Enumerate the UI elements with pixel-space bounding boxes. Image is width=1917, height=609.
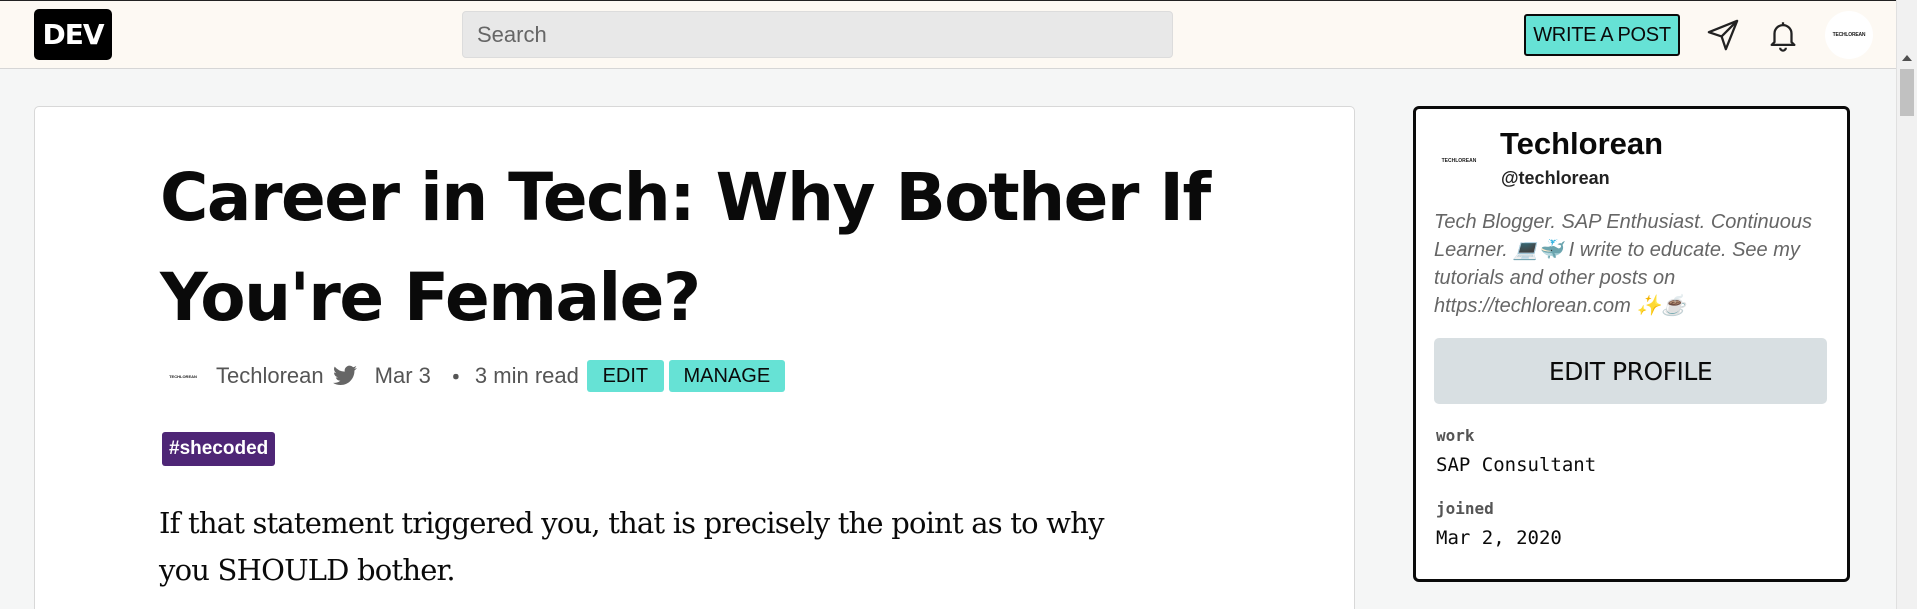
profile-avatar[interactable]: TECHLOREAN <box>1434 136 1484 186</box>
profile-bio: Tech Blogger. SAP Enthusiast. Continuous… <box>1434 211 1813 317</box>
profile-name[interactable]: Techlorean <box>1500 126 1663 162</box>
edit-button[interactable]: EDIT <box>586 360 664 392</box>
author-name[interactable]: Techlorean <box>216 363 324 389</box>
article-body-paragraph: If that statement triggered you, that is… <box>159 506 1104 587</box>
read-time: 3 min read <box>474 363 579 388</box>
profile-handle: @techlorean <box>1501 168 1610 188</box>
article-meta: TECHLOREAN Techlorean Mar 3 ・ 3 min read… <box>165 358 785 394</box>
scroll-up-arrow-icon[interactable] <box>1902 55 1912 61</box>
work-label: work <box>1436 426 1475 445</box>
scroll-thumb[interactable] <box>1900 69 1914 116</box>
search-input[interactable] <box>462 11 1173 58</box>
tag-shecoded[interactable]: #shecoded <box>162 432 276 466</box>
author-avatar[interactable]: TECHLOREAN <box>165 358 201 394</box>
work-value: SAP Consultant <box>1436 454 1597 476</box>
meta-separator: ・ <box>444 365 467 390</box>
twitter-icon[interactable] <box>331 363 359 389</box>
joined-value: Mar 2, 2020 <box>1436 527 1562 549</box>
article-title: Career in Tech: Why Bother If You're Fem… <box>160 159 1211 336</box>
manage-button[interactable]: MANAGE <box>668 360 785 392</box>
edit-profile-button[interactable]: EDIT PROFILE <box>1434 338 1827 404</box>
bell-icon[interactable] <box>1763 15 1803 55</box>
write-post-button[interactable]: WRITE A POST <box>1524 14 1680 56</box>
user-avatar[interactable]: TECHLOREAN <box>1825 11 1873 59</box>
publish-date: Mar 3 <box>374 363 431 388</box>
joined-label: joined <box>1436 499 1494 518</box>
send-icon[interactable] <box>1703 15 1743 55</box>
dev-logo[interactable]: DEV <box>34 9 112 60</box>
